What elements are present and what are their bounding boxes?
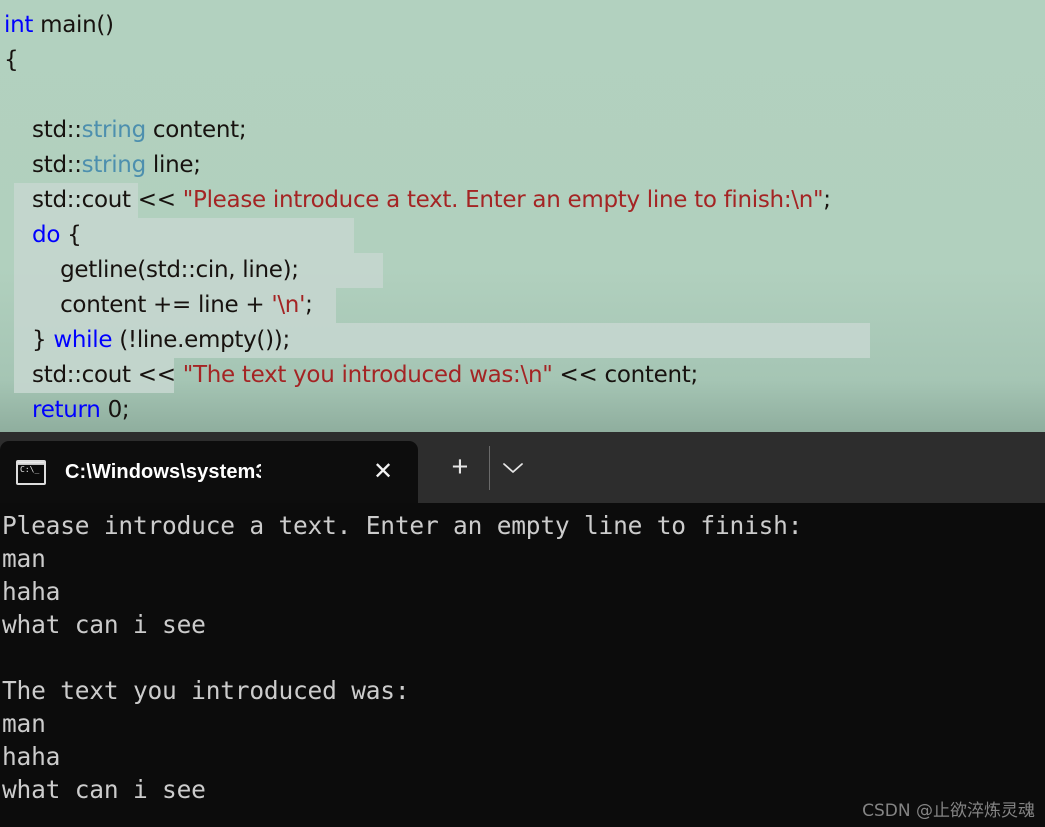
code-line[interactable]: } while (!line.empty()); (0, 323, 290, 358)
code-token: "Please introduce a text. Enter an empty… (182, 187, 824, 213)
code-line[interactable]: std::string line; (0, 148, 201, 183)
terminal-tab-title: C:\Windows\system32\cmd.e (65, 460, 261, 483)
code-token: content += line + (4, 292, 272, 318)
terminal-tab-bar[interactable]: C:\_ C:\Windows\system32\cmd.e ✕ + (0, 432, 1045, 503)
windows-terminal-window[interactable]: C:\_ C:\Windows\system32\cmd.e ✕ + Pleas… (0, 432, 1045, 827)
code-line[interactable]: content += line + '\n'; (0, 288, 313, 323)
code-line[interactable]: getline(std::cin, line); (0, 253, 299, 288)
terminal-output-line: The text you introduced was: (2, 676, 410, 705)
code-token: "The text you introduced was:\n" (182, 362, 553, 388)
code-token: std::cout << (4, 187, 183, 213)
code-token: return (32, 397, 101, 423)
code-line[interactable]: int main() (0, 8, 114, 43)
code-token: ; (823, 187, 831, 213)
terminal-output-area[interactable]: Please introduce a text. Enter an empty … (0, 503, 1045, 827)
code-token: std::cout << (4, 362, 183, 388)
terminal-output-line: haha (2, 577, 61, 606)
terminal-output-line: Please introduce a text. Enter an empty … (2, 511, 803, 540)
code-line[interactable]: do { (0, 218, 82, 253)
code-token: ; (305, 292, 313, 318)
code-token: std:: (4, 117, 82, 143)
terminal-output-line: man (2, 544, 46, 573)
code-token: { (60, 222, 82, 248)
terminal-output-line: what can i see (2, 610, 206, 639)
code-token: while (53, 327, 113, 353)
code-line[interactable]: { (0, 43, 19, 78)
cmd-exe-icon-text: C:\_ (18, 464, 44, 483)
screen-root: int main(){ std::string content; std::st… (0, 0, 1045, 827)
code-token: { (4, 47, 19, 73)
code-token: '\n' (271, 292, 306, 318)
new-tab-plus-icon[interactable]: + (440, 448, 480, 488)
code-token: } (4, 327, 54, 353)
code-line[interactable] (0, 78, 4, 113)
chevron-down-icon[interactable] (493, 448, 533, 488)
code-token: string (81, 152, 147, 178)
cmd-exe-icon: C:\_ (16, 459, 46, 485)
code-line[interactable]: return 0; (0, 393, 130, 428)
tabbar-divider (489, 445, 490, 490)
code-token: << content; (552, 362, 699, 388)
close-icon[interactable]: ✕ (366, 455, 400, 489)
code-token: int (4, 12, 34, 38)
terminal-output-line: haha (2, 742, 61, 771)
code-token: do (32, 222, 61, 248)
code-token: main() (33, 12, 114, 38)
code-token: std:: (4, 152, 82, 178)
terminal-output-line: man (2, 709, 46, 738)
code-token: (!line.empty()); (112, 327, 290, 353)
code-token: string (81, 117, 147, 143)
code-line[interactable]: std::cout << "Please introduce a text. E… (0, 183, 831, 218)
csdn-watermark: CSDN @止欲淬炼灵魂 (862, 801, 1035, 821)
code-editor-pane[interactable]: int main(){ std::string content; std::st… (0, 0, 1045, 432)
terminal-tab-cmd[interactable]: C:\_ C:\Windows\system32\cmd.e ✕ (0, 441, 418, 503)
code-token: getline(std::cin, line); (4, 257, 299, 283)
code-token: line; (145, 152, 201, 178)
code-token: content; (145, 117, 247, 143)
code-line[interactable]: std::cout << "The text you introduced wa… (0, 358, 698, 393)
code-token: 0; (100, 397, 130, 423)
code-line[interactable]: std::string content; (0, 113, 247, 148)
